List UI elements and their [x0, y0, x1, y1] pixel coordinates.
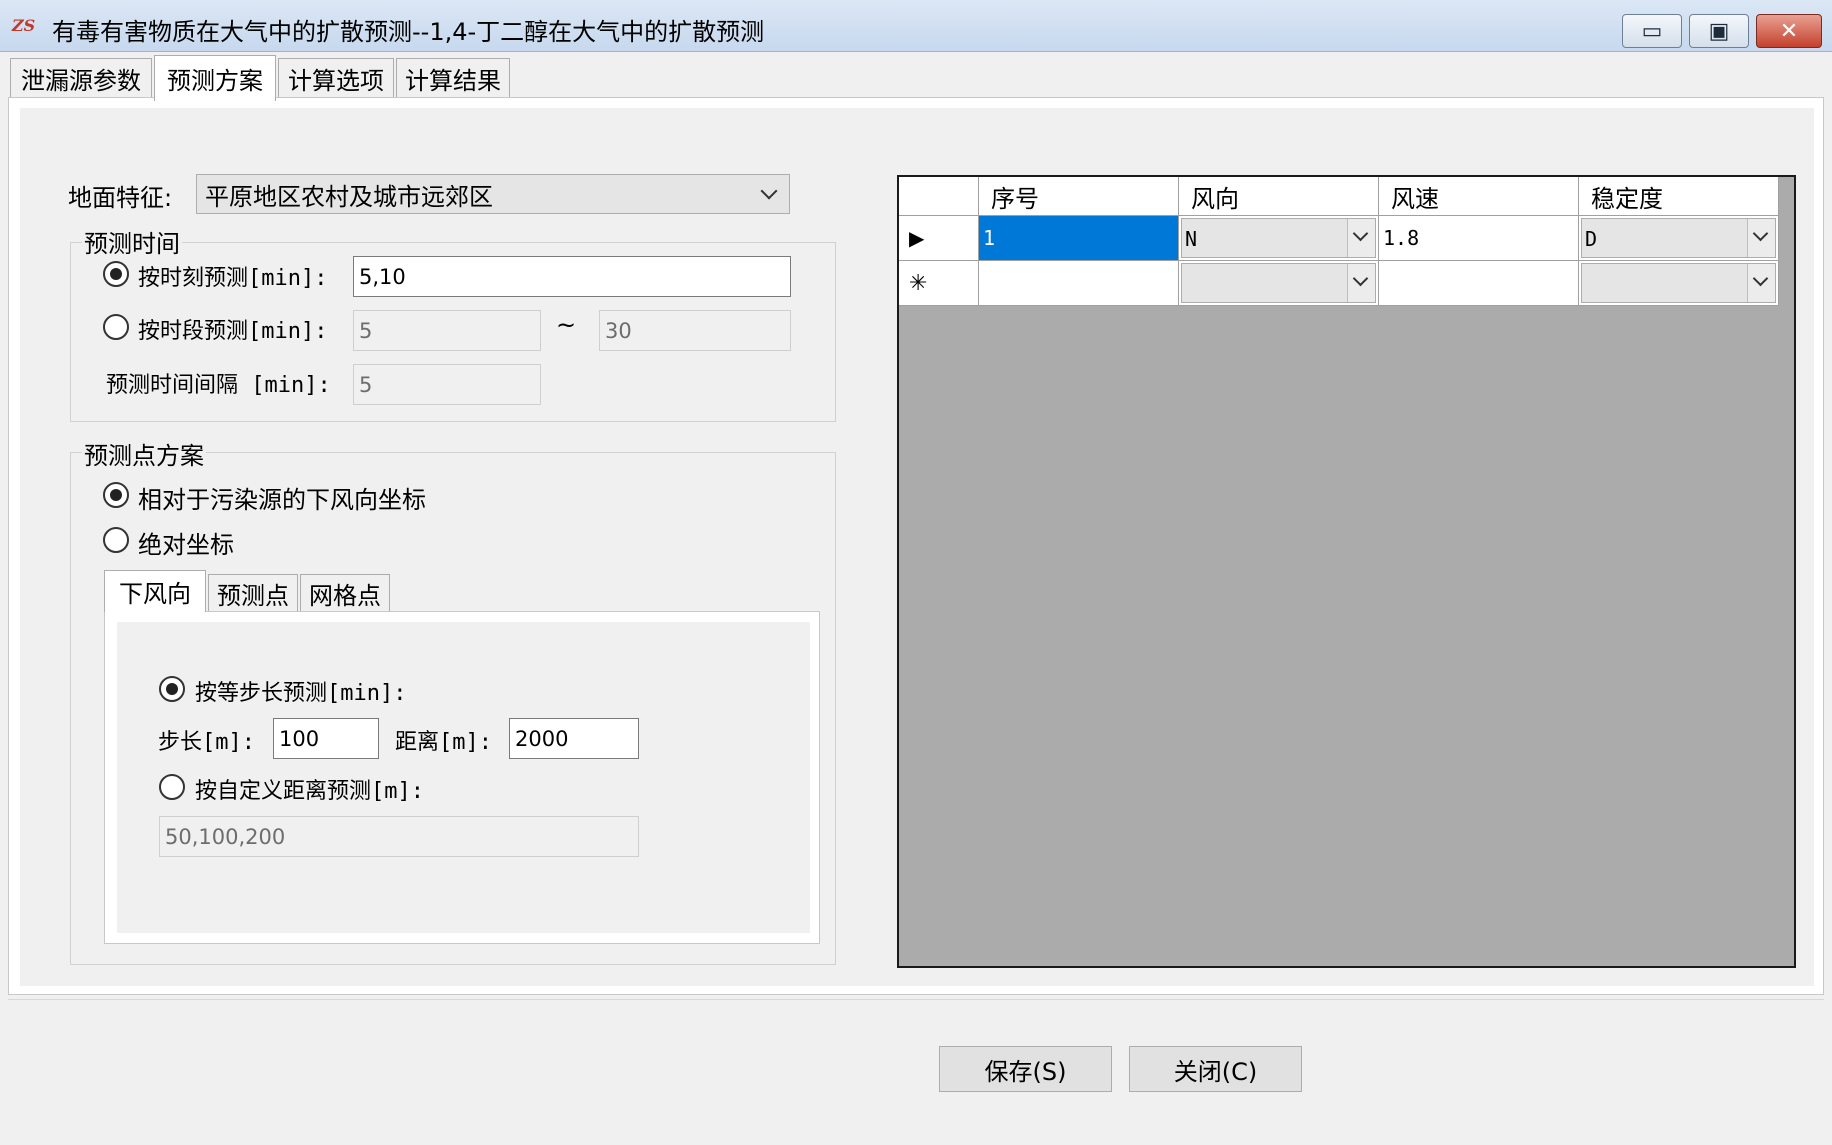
chevron-down-icon — [1752, 270, 1769, 287]
step-label: 步长[m]: — [158, 730, 255, 755]
cell-stability[interactable]: D — [1579, 216, 1779, 261]
close-button[interactable]: 关闭(C) — [1129, 1046, 1302, 1092]
new-cell-seq[interactable] — [979, 261, 1179, 306]
new-direction-dropdown-button[interactable] — [1347, 264, 1375, 302]
distance-label: 距离[m]: — [395, 730, 492, 755]
interval-label: 预测时间间隔 [min]: — [106, 373, 331, 398]
radio-dot — [110, 489, 122, 501]
chevron-down-icon — [1752, 225, 1769, 242]
absolute-coord-label: 绝对坐标 — [138, 531, 234, 559]
chevron-down-icon — [1352, 225, 1369, 242]
direction-value: N — [1185, 227, 1198, 251]
tab-prediction-plan[interactable]: 预测方案 — [154, 55, 276, 101]
by-moment-input[interactable]: 5,10 — [353, 256, 791, 297]
col-header-speed[interactable]: 风速 — [1379, 177, 1579, 216]
distance-input[interactable]: 2000 — [509, 718, 639, 759]
new-cell-speed[interactable] — [1379, 261, 1579, 306]
by-moment-radio[interactable] — [103, 261, 129, 287]
subtab-predict-points[interactable]: 预测点 — [208, 574, 298, 612]
weather-grid: 序号 风向 风速 稳定度 ▶ 1 N 1.8 D ✳ — [897, 175, 1796, 968]
cell-seq[interactable]: 1 — [979, 216, 1179, 261]
stability-dropdown-button[interactable] — [1747, 219, 1775, 257]
close-window-button[interactable]: ✕ — [1756, 14, 1822, 48]
period-tilde: ~ — [556, 311, 577, 339]
col-header-seq[interactable]: 序号 — [979, 177, 1179, 216]
absolute-coord-radio[interactable] — [103, 527, 129, 553]
new-stability-dropdown-button[interactable] — [1747, 264, 1775, 302]
row-header-current[interactable]: ▶ — [899, 216, 979, 261]
step-input[interactable]: 100 — [273, 718, 379, 759]
cell-direction[interactable]: N — [1179, 216, 1379, 261]
footer-divider — [8, 999, 1824, 1000]
title-bar: ZS 有毒有害物质在大气中的扩散预测--1,4-丁二醇在大气中的扩散预测 ▭ ▣… — [0, 0, 1832, 52]
maximize-icon: ▣ — [1708, 18, 1730, 44]
row-header-new[interactable]: ✳ — [899, 261, 979, 306]
period-from-input[interactable]: 5 — [353, 310, 541, 351]
ground-feature-value: 平原地区农村及城市远郊区 — [205, 182, 493, 211]
equal-step-label: 按等步长预测[min]: — [195, 681, 407, 706]
tab-calc-options[interactable]: 计算选项 — [278, 58, 394, 98]
by-period-label: 按时段预测[min]: — [138, 319, 328, 344]
col-header-direction[interactable]: 风向 — [1179, 177, 1379, 216]
new-stability-combo[interactable] — [1581, 263, 1776, 303]
minimize-button[interactable]: ▭ — [1622, 14, 1682, 48]
new-direction-combo[interactable] — [1181, 263, 1376, 303]
window-title: 有毒有害物质在大气中的扩散预测--1,4-丁二醇在大气中的扩散预测 — [52, 18, 765, 46]
app-icon: ZS — [12, 16, 36, 35]
close-icon: ✕ — [1779, 18, 1799, 44]
ground-feature-label: 地面特征: — [68, 184, 173, 212]
interval-input[interactable]: 5 — [353, 364, 541, 405]
period-to-input[interactable]: 30 — [599, 310, 791, 351]
direction-dropdown-button[interactable] — [1347, 219, 1375, 257]
cell-speed[interactable]: 1.8 — [1379, 216, 1579, 261]
custom-distance-input[interactable]: 50,100,200 — [159, 816, 639, 857]
save-button[interactable]: 保存(S) — [939, 1046, 1112, 1092]
new-cell-stability[interactable] — [1579, 261, 1779, 306]
stability-combo[interactable]: D — [1581, 218, 1776, 258]
by-period-radio[interactable] — [103, 314, 129, 340]
prediction-time-title: 预测时间 — [82, 224, 182, 259]
custom-distance-radio[interactable] — [159, 774, 185, 800]
radio-dot — [166, 683, 178, 695]
subtab-downwind[interactable]: 下风向 — [104, 570, 206, 612]
by-moment-label: 按时刻预测[min]: — [138, 266, 328, 291]
tab-leak-source[interactable]: 泄漏源参数 — [10, 58, 152, 98]
ground-feature-select[interactable]: 平原地区农村及城市远郊区 — [196, 174, 790, 214]
col-header-stability[interactable]: 稳定度 — [1579, 177, 1779, 216]
radio-dot — [110, 268, 122, 280]
stability-value: D — [1585, 227, 1598, 251]
equal-step-radio[interactable] — [159, 676, 185, 702]
new-row-icon: ✳ — [909, 270, 928, 296]
relative-coord-label: 相对于污染源的下风向坐标 — [138, 486, 426, 514]
chevron-down-icon — [1352, 270, 1369, 287]
prediction-points-title: 预测点方案 — [82, 436, 206, 471]
custom-distance-label: 按自定义距离预测[m]: — [195, 779, 424, 804]
minimize-icon: ▭ — [1641, 18, 1663, 44]
direction-combo[interactable]: N — [1181, 218, 1376, 258]
row-pointer-icon: ▶ — [909, 226, 925, 250]
subtab-grid-points[interactable]: 网格点 — [300, 574, 390, 612]
grid-corner — [899, 177, 979, 216]
maximize-button[interactable]: ▣ — [1689, 14, 1749, 48]
new-cell-direction[interactable] — [1179, 261, 1379, 306]
chevron-down-icon — [760, 182, 778, 200]
relative-coord-radio[interactable] — [103, 482, 129, 508]
tab-calc-results[interactable]: 计算结果 — [396, 58, 510, 98]
